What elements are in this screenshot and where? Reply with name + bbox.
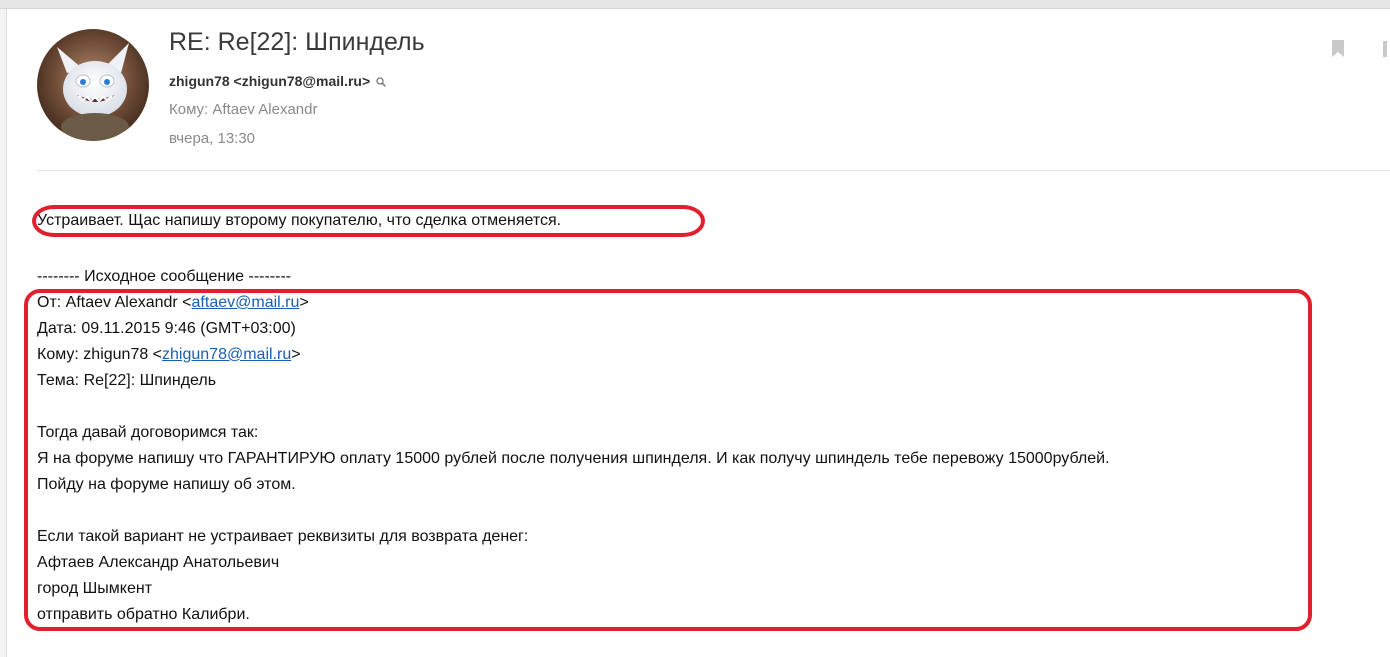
more-icon[interactable] (1383, 41, 1390, 62)
header-divider (37, 170, 1390, 171)
magnifier-icon[interactable] (376, 74, 386, 90)
quote-header: -------- Исходное сообщение -------- (37, 268, 292, 285)
recipient-line: Кому: Aftaev Alexandr (169, 101, 318, 118)
left-edge (0, 9, 7, 657)
sender-avatar[interactable] (37, 29, 149, 141)
sender-address[interactable]: zhigun78 <zhigun78@mail.ru> (169, 73, 370, 89)
message-date: вчера, 13:30 (169, 130, 256, 147)
message-subject: RE: Re[22]: Шпиндель (169, 28, 425, 56)
highlight-ellipse-reply (32, 205, 705, 237)
top-strip (0, 0, 1390, 9)
highlight-box-quote (24, 289, 1312, 631)
bookmark-icon[interactable] (1331, 40, 1345, 63)
sender-line[interactable]: zhigun78 <zhigun78@mail.ru> (169, 73, 386, 90)
